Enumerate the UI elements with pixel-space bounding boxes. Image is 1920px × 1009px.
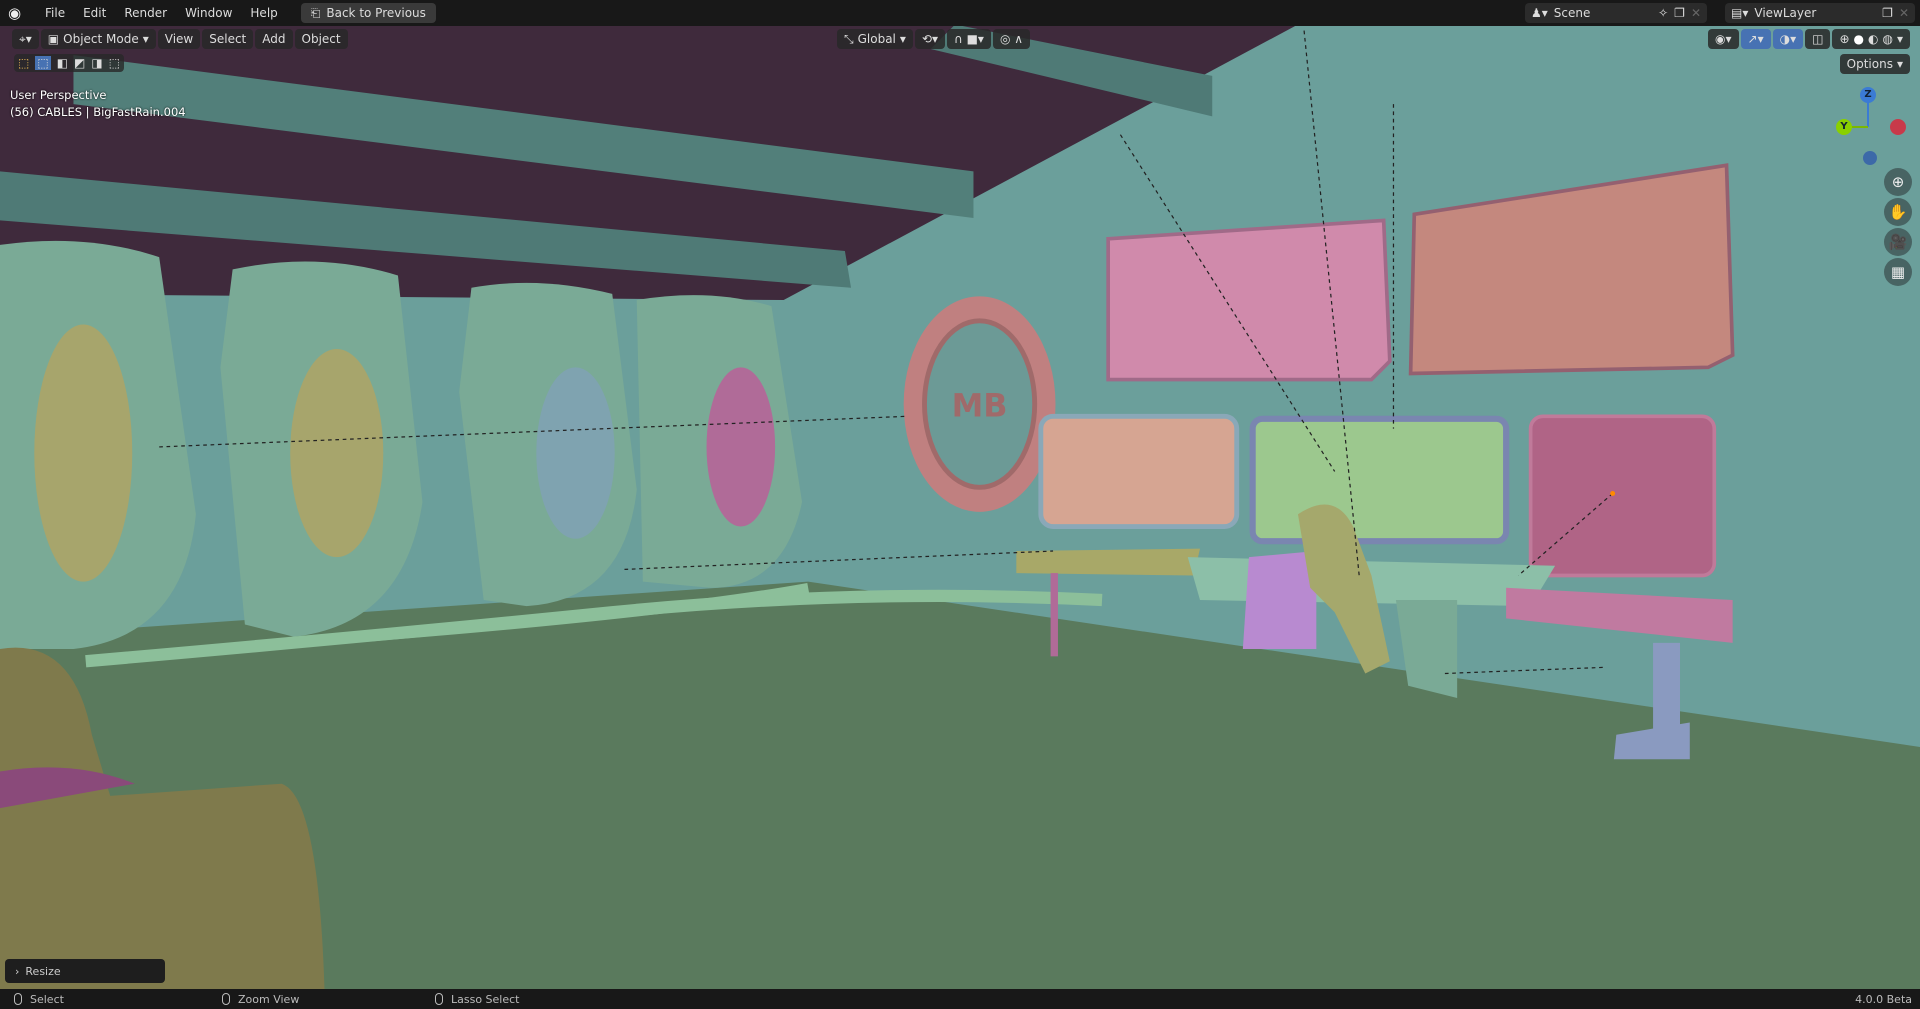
orientation-icon: ⤡ bbox=[844, 31, 854, 46]
tool-settings: ⬚ ⬚ ◧ ◩ ◨ ⬚ bbox=[14, 54, 125, 72]
xray-toggle[interactable]: ◫ bbox=[1805, 29, 1831, 49]
object-info: (56) CABLES | BigFastRain.004 bbox=[10, 105, 186, 119]
status-zoom: Zoom View bbox=[238, 992, 300, 1006]
status-bar: Select Zoom View Lasso Select 4.0.0 Beta bbox=[0, 989, 1920, 1009]
back-label: Back to Previous bbox=[326, 6, 426, 20]
menu-object[interactable]: Object bbox=[294, 29, 348, 49]
operator-panel-resize[interactable]: › Resize bbox=[5, 959, 165, 983]
operator-label: Resize bbox=[25, 964, 61, 978]
magnet-icon: ∩ ■▾ bbox=[954, 32, 984, 46]
view-name: User Perspective bbox=[10, 88, 107, 102]
overlay-toggle[interactable]: ◑▾ bbox=[1772, 29, 1804, 49]
pan-hand-icon[interactable]: ✋ bbox=[1884, 198, 1912, 226]
menu-window[interactable]: Window bbox=[176, 6, 241, 20]
proportional-icon: ◎ ∧ bbox=[999, 32, 1024, 46]
eye-icon: ◉▾ bbox=[1715, 32, 1732, 46]
options-button[interactable]: Options ▾ bbox=[1839, 54, 1910, 74]
close-icon[interactable]: ✕ bbox=[1899, 6, 1909, 20]
select-tool-icon[interactable]: ⬚ bbox=[18, 56, 29, 70]
version-label: 4.0.0 Beta bbox=[1855, 992, 1912, 1006]
monitor bbox=[1038, 413, 1240, 529]
chevron-down-icon: ▾ bbox=[1896, 57, 1903, 71]
camera-icon[interactable]: 🎥 bbox=[1884, 228, 1912, 256]
menu-render[interactable]: Render bbox=[115, 6, 176, 20]
orientation-selector[interactable]: ⤡ Global ▾ bbox=[837, 29, 913, 49]
select-extend-icon[interactable]: ◧ bbox=[57, 56, 68, 70]
wireframe-icon[interactable]: ⊕ bbox=[1839, 32, 1849, 46]
menu-edit[interactable]: Edit bbox=[74, 6, 115, 20]
editor-type-icon: ⌖▾ bbox=[19, 31, 32, 46]
monitor bbox=[1106, 218, 1392, 382]
viewlayer-icon: ▤▾ bbox=[1731, 6, 1749, 20]
gizmo-z-negative[interactable] bbox=[1863, 151, 1877, 165]
chevron-down-icon: ▾ bbox=[899, 32, 906, 46]
viewlayer-name: ViewLayer bbox=[1754, 6, 1817, 20]
pivot-icon: ⟲▾ bbox=[921, 32, 938, 46]
chevron-down-icon: ▾ bbox=[142, 32, 149, 46]
scene-name: Scene bbox=[1553, 6, 1591, 20]
scene-selector[interactable]: ♟▾ Scene ✧ ❐ ✕ bbox=[1525, 3, 1707, 23]
mode-label: Object Mode bbox=[63, 32, 139, 46]
gizmo-y-axis[interactable]: Y bbox=[1836, 119, 1852, 135]
copy-icon[interactable]: ❐ bbox=[1674, 6, 1685, 20]
options-label: Options bbox=[1846, 57, 1893, 71]
chevron-right-icon: › bbox=[15, 964, 20, 978]
3d-viewport[interactable]: MB bbox=[0, 0, 1920, 1009]
emblem-logo: MB bbox=[952, 386, 1008, 424]
chevron-down-icon[interactable]: ▾ bbox=[1897, 32, 1903, 46]
proportional-edit-button[interactable]: ◎ ∧ bbox=[992, 29, 1031, 49]
blender-logo-icon[interactable]: ◉ bbox=[8, 4, 26, 22]
overlay-icon: ◑▾ bbox=[1779, 32, 1797, 46]
monitor bbox=[1249, 415, 1510, 545]
solid-icon[interactable]: ● bbox=[1854, 32, 1864, 46]
menu-view[interactable]: View bbox=[157, 29, 201, 49]
menu-file[interactable]: File bbox=[36, 6, 74, 20]
gizmo-icon: ↗▾ bbox=[1747, 32, 1764, 46]
gizmo-z-axis[interactable]: Z bbox=[1860, 87, 1876, 103]
viewport-header: ⌖▾ ▣ Object Mode ▾ View Select Add Objec… bbox=[12, 28, 1912, 50]
back-to-previous-button[interactable]: ⎗ Back to Previous bbox=[300, 3, 436, 23]
select-new-icon[interactable]: ⬚ bbox=[35, 56, 51, 70]
visibility-button[interactable]: ◉▾ bbox=[1708, 29, 1739, 49]
status-lasso: Lasso Select bbox=[451, 992, 520, 1006]
desk bbox=[1016, 548, 1200, 576]
menu-select[interactable]: Select bbox=[202, 29, 254, 49]
zoom-icon[interactable]: ⊕ bbox=[1884, 168, 1912, 196]
status-select: Select bbox=[30, 992, 64, 1006]
close-icon[interactable]: ✕ bbox=[1691, 6, 1701, 20]
shading-buttons[interactable]: ⊕ ● ◐ ◍ ▾ bbox=[1832, 29, 1910, 49]
mode-selector[interactable]: ▣ Object Mode ▾ bbox=[40, 29, 156, 49]
mouse-right-icon bbox=[435, 993, 443, 1005]
menu-help[interactable]: Help bbox=[241, 6, 286, 20]
navigation-gizmo[interactable]: Z Y bbox=[1830, 85, 1910, 175]
mouse-left-icon bbox=[14, 993, 22, 1005]
select-intersect-icon[interactable]: ⬚ bbox=[109, 56, 120, 70]
snap-button[interactable]: ∩ ■▾ bbox=[947, 29, 991, 49]
copy-icon[interactable]: ❐ bbox=[1882, 6, 1893, 20]
orientation-label: Global bbox=[857, 32, 896, 46]
select-subtract-icon[interactable]: ◩ bbox=[74, 56, 85, 70]
gizmo-x-negative[interactable] bbox=[1890, 119, 1906, 135]
rendered-icon[interactable]: ◍ bbox=[1882, 32, 1892, 46]
grid-perspective-icon[interactable]: ▦ bbox=[1884, 258, 1912, 286]
back-icon: ⎗ bbox=[310, 5, 321, 20]
pivot-button[interactable]: ⟲▾ bbox=[914, 29, 945, 49]
editor-type-button[interactable]: ⌖▾ bbox=[12, 29, 39, 49]
object-mode-icon: ▣ bbox=[47, 32, 60, 46]
monitor bbox=[1528, 414, 1717, 578]
xray-icon: ◫ bbox=[1812, 32, 1824, 46]
gizmo-toggle[interactable]: ↗▾ bbox=[1740, 29, 1771, 49]
mouse-middle-icon bbox=[222, 993, 230, 1005]
material-icon[interactable]: ◐ bbox=[1868, 32, 1878, 46]
chair bbox=[1242, 551, 1317, 649]
pin-icon[interactable]: ✧ bbox=[1658, 6, 1668, 20]
scene-icon: ♟▾ bbox=[1531, 6, 1548, 20]
menu-add[interactable]: Add bbox=[255, 29, 293, 49]
viewlayer-selector[interactable]: ▤▾ ViewLayer ❐ ✕ bbox=[1725, 3, 1915, 23]
select-invert-icon[interactable]: ◨ bbox=[91, 56, 102, 70]
